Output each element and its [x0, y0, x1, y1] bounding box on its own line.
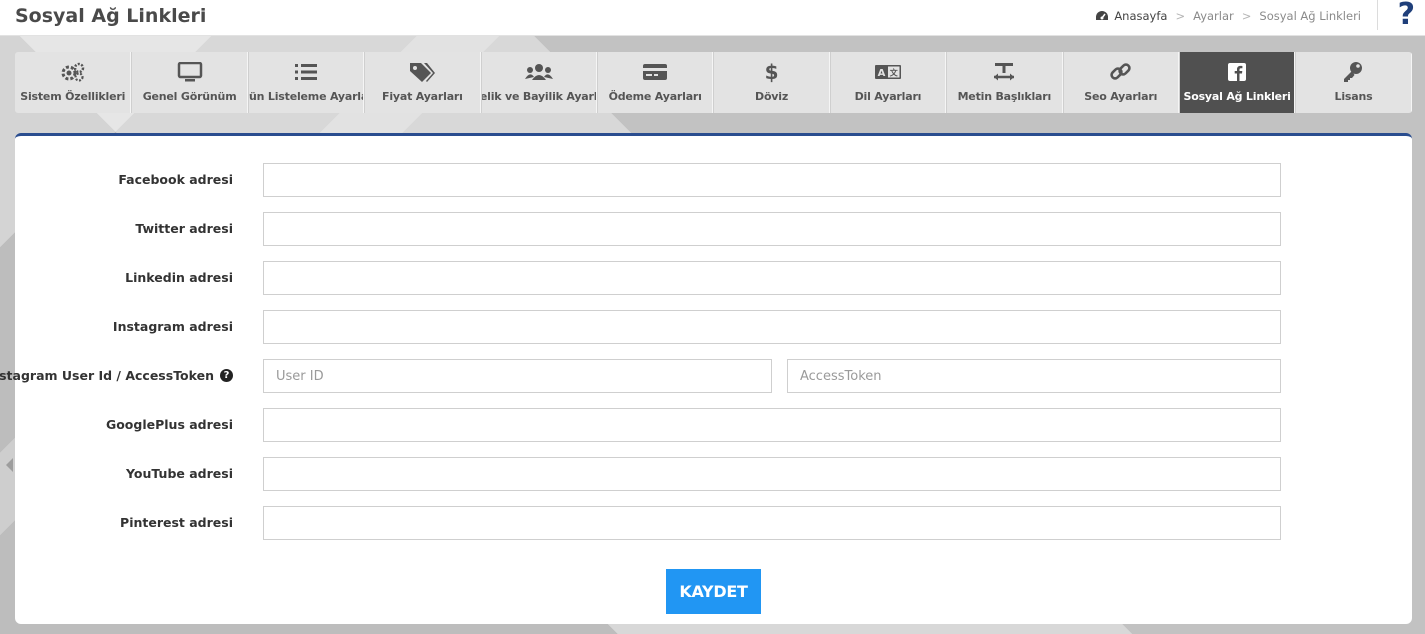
breadcrumb-separator: >: [1241, 9, 1252, 23]
form-row-facebook: Facebook adresi: [15, 163, 1412, 197]
tab-label: Ürün Listeleme Ayarları: [249, 90, 363, 103]
googleplus-input[interactable]: [263, 408, 1281, 442]
pinterest-input[interactable]: [263, 506, 1281, 540]
credit-card-icon: [642, 61, 668, 83]
form-row-instagram: Instagram adresi: [15, 310, 1412, 344]
tab-label: Döviz: [755, 90, 789, 103]
tab-doviz[interactable]: $ Döviz: [713, 52, 830, 113]
googleplus-label: GooglePlus adresi: [105, 417, 233, 432]
tab-lisans[interactable]: Lisans: [1295, 52, 1412, 113]
tab-label: Dil Ayarları: [854, 90, 922, 103]
tab-label: Üyelik ve Bayilik Ayarları: [480, 90, 597, 103]
save-button[interactable]: KAYDET: [666, 569, 761, 614]
form-row-instagram-token: Instagram User Id / AccessToken ?: [0, 359, 1412, 393]
text-height-icon: [992, 61, 1016, 83]
facebook-label: Facebook adresi: [118, 172, 233, 187]
top-bar: Sosyal Ağ Linkleri Anasayfa > Ayarlar > …: [0, 0, 1425, 36]
breadcrumb-home[interactable]: Anasayfa: [1095, 9, 1167, 23]
instagram-label: Instagram adresi: [112, 319, 233, 334]
help-button[interactable]: ?: [1398, 0, 1415, 32]
instagram-access-token-input[interactable]: [787, 359, 1281, 393]
tab-label: Sosyal Ağ Linkleri: [1183, 90, 1291, 103]
form-row-googleplus: GooglePlus adresi: [15, 408, 1412, 442]
linkedin-label: Linkedin adresi: [125, 270, 233, 285]
tab-seo-ayarlari[interactable]: Seo Ayarları: [1062, 52, 1179, 113]
dollar-icon: $: [764, 60, 779, 84]
tab-sistem-ozellikleri[interactable]: Sistem Özellikleri: [15, 52, 132, 113]
breadcrumb-current: Sosyal Ağ Linkleri: [1259, 9, 1361, 23]
tab-label: Ödeme Ayarları: [608, 90, 702, 103]
instagram-input[interactable]: [263, 310, 1281, 344]
tags-icon: [409, 61, 436, 83]
linkedin-input[interactable]: [263, 261, 1281, 295]
tab-label: Fiyat Ayarları: [382, 90, 463, 103]
question-circle-icon[interactable]: ?: [220, 369, 233, 382]
gears-icon: [60, 61, 86, 83]
instagram-user-id-input[interactable]: [263, 359, 772, 393]
dashboard-icon: [1096, 11, 1109, 20]
tab-sosyal-ag-linkleri[interactable]: Sosyal Ağ Linkleri: [1178, 52, 1296, 113]
twitter-input[interactable]: [263, 212, 1281, 246]
tab-genel-gorunum[interactable]: Genel Görünüm: [131, 52, 248, 113]
instagram-token-label: Instagram User Id / AccessToken ?: [0, 368, 233, 383]
breadcrumb-home-label: Anasayfa: [1114, 9, 1168, 23]
page-title: Sosyal Ağ Linkleri: [15, 5, 207, 27]
social-links-form: Facebook adresi Twitter adresi Linkedin …: [0, 133, 1412, 624]
youtube-input[interactable]: [263, 457, 1281, 491]
left-arrow-icon[interactable]: [6, 458, 13, 472]
form-row-youtube: YouTube adresi: [15, 457, 1412, 491]
tab-fiyat-ayarlari[interactable]: Fiyat Ayarları: [364, 52, 481, 113]
tab-metin-basliklari[interactable]: Metin Başlıkları: [946, 52, 1063, 113]
breadcrumb-ayarlar[interactable]: Ayarlar: [1193, 9, 1234, 23]
form-row-linkedin: Linkedin adresi: [15, 261, 1412, 295]
users-icon: [524, 61, 553, 83]
tab-dil-ayarlari[interactable]: A 文 Dil Ayarları: [829, 52, 947, 113]
breadcrumb: Anasayfa > Ayarlar > Sosyal Ağ Linkleri: [1095, 9, 1361, 23]
tab-label: Lisans: [1334, 90, 1373, 103]
key-icon: [1341, 61, 1365, 83]
youtube-label: YouTube adresi: [126, 466, 233, 481]
instagram-token-label-text: Instagram User Id / AccessToken: [0, 368, 214, 383]
divider: [1377, 0, 1378, 30]
list-icon: [294, 61, 318, 83]
tab-urun-listeleme[interactable]: Ürün Listeleme Ayarları: [247, 52, 365, 113]
monitor-icon: [177, 61, 203, 83]
tab-label: Metin Başlıkları: [957, 90, 1052, 103]
form-row-pinterest: Pinterest adresi: [15, 506, 1412, 540]
language-icon: A 文: [874, 61, 902, 83]
settings-tabs: Sistem Özellikleri Genel Görünüm Ürün Li…: [15, 52, 1412, 113]
twitter-label: Twitter adresi: [135, 221, 233, 236]
tab-label: Sistem Özellikleri: [20, 90, 126, 103]
svg-text:A: A: [878, 68, 886, 79]
facebook-input[interactable]: [263, 163, 1281, 197]
facebook-icon: [1227, 61, 1247, 83]
tab-label: Seo Ayarları: [1084, 90, 1158, 103]
form-row-twitter: Twitter adresi: [15, 212, 1412, 246]
link-icon: [1109, 61, 1133, 83]
tab-odeme-ayarlari[interactable]: Ödeme Ayarları: [596, 52, 714, 113]
breadcrumb-separator: >: [1175, 9, 1186, 23]
tab-uyelik-bayilik[interactable]: Üyelik ve Bayilik Ayarları: [480, 52, 597, 113]
svg-text:文: 文: [890, 68, 899, 78]
pinterest-label: Pinterest adresi: [120, 515, 233, 530]
tab-label: Genel Görünüm: [142, 90, 237, 103]
